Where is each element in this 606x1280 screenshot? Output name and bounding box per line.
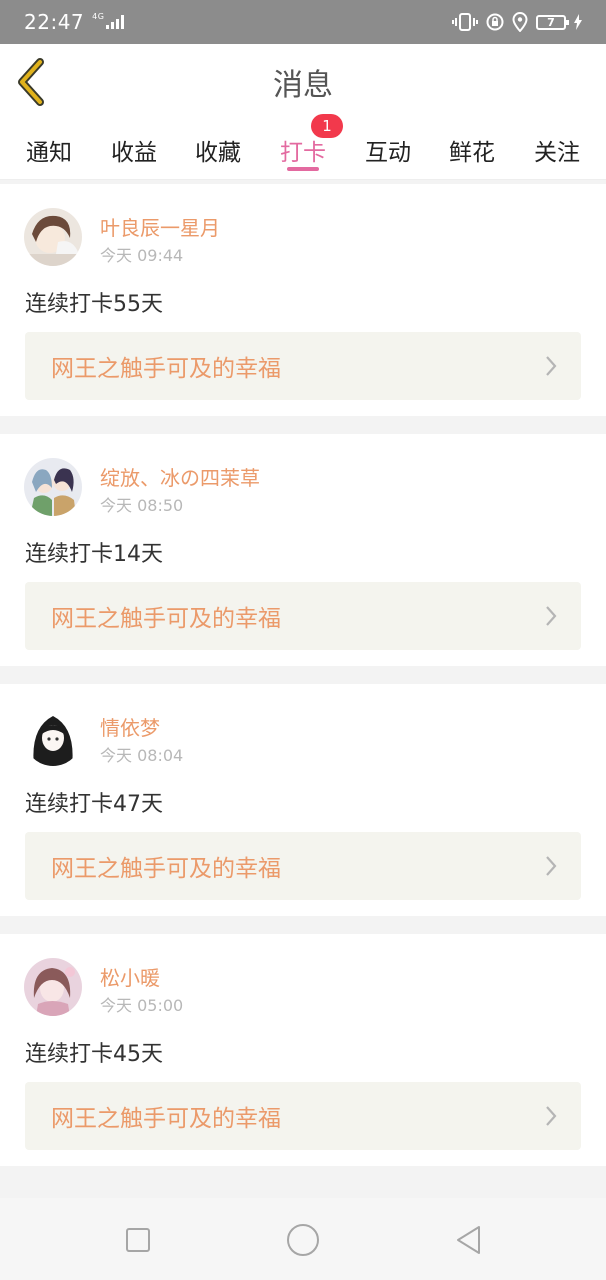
avatar[interactable] (24, 958, 82, 1016)
user-name[interactable]: 情依梦 (100, 712, 160, 741)
tab-badge: 1 (311, 114, 343, 138)
charging-icon (574, 14, 582, 30)
user-name[interactable]: 绽放、冰の四茉草 (100, 462, 260, 491)
tab-bar: 通知 收益 收藏 打卡 1 互动 鲜花 关注 (0, 114, 606, 180)
book-title: 网王之触手可及的幸福 (51, 606, 281, 632)
book-link[interactable]: 网王之触手可及的幸福 (25, 332, 581, 400)
checkin-text: 连续打卡55天 (25, 292, 163, 317)
book-link[interactable]: 网王之触手可及的幸福 (25, 1082, 581, 1150)
avatar[interactable] (24, 458, 82, 516)
post-time: 今天 05:00 (100, 996, 184, 1015)
tab-label: 鲜花 (449, 140, 495, 166)
checkin-text: 连续打卡47天 (25, 792, 163, 817)
tab-interactions[interactable]: 互动 (356, 120, 420, 180)
header: 消息 (0, 44, 606, 120)
list-item: 情依梦 今天 08:04 连续打卡47天 网王之触手可及的幸福 (0, 684, 606, 916)
alarm-icon (486, 13, 504, 31)
tab-label: 打卡 (280, 140, 326, 166)
recent-apps-button[interactable] (118, 1220, 158, 1260)
chevron-right-icon (546, 356, 557, 376)
user-name[interactable]: 松小暖 (100, 962, 160, 991)
battery-icon: 7 (536, 14, 569, 30)
status-bar: 22:47 4G 7 (0, 0, 606, 44)
status-icons: 7 (452, 12, 582, 32)
book-title: 网王之触手可及的幸福 (51, 356, 281, 382)
avatar[interactable] (24, 708, 82, 766)
recent-apps-icon (126, 1228, 150, 1252)
user-name[interactable]: 叶良辰一星月 (100, 212, 220, 241)
tab-label: 收益 (111, 140, 157, 166)
list-item: 叶良辰一星月 今天 09:44 连续打卡55天 网王之触手可及的幸福 (0, 184, 606, 416)
book-link[interactable]: 网王之触手可及的幸福 (25, 832, 581, 900)
chevron-right-icon (546, 606, 557, 626)
chevron-left-icon (18, 58, 44, 106)
checkin-text: 连续打卡45天 (25, 1042, 163, 1067)
post-time: 今天 09:44 (100, 246, 184, 265)
location-icon (512, 12, 528, 32)
tab-checkin[interactable]: 打卡 1 (271, 114, 343, 180)
book-link[interactable]: 网王之触手可及的幸福 (25, 582, 581, 650)
home-button[interactable] (283, 1220, 323, 1260)
tab-flowers[interactable]: 鲜花 (440, 120, 504, 180)
chevron-right-icon (546, 856, 557, 876)
signal-icon (106, 15, 125, 29)
avatar[interactable] (24, 208, 82, 266)
network-type: 4G (92, 11, 105, 21)
status-time: 22:47 (24, 10, 85, 34)
system-nav-bar (0, 1198, 606, 1280)
post-time: 今天 08:50 (100, 496, 184, 515)
tab-label: 互动 (365, 140, 411, 166)
tab-label: 收藏 (195, 140, 241, 166)
checkin-text: 连续打卡14天 (25, 542, 163, 567)
book-title: 网王之触手可及的幸福 (51, 1106, 281, 1132)
tab-label: 关注 (534, 140, 580, 166)
chevron-right-icon (546, 1106, 557, 1126)
tab-notifications[interactable]: 通知 (17, 120, 81, 180)
tab-label: 通知 (26, 140, 72, 166)
tab-active-indicator (287, 167, 319, 171)
vibrate-icon (452, 13, 478, 31)
status-time-group: 22:47 4G (24, 10, 125, 34)
tab-following[interactable]: 关注 (525, 120, 589, 180)
list-item: 松小暖 今天 05:00 连续打卡45天 网王之触手可及的幸福 (0, 934, 606, 1166)
tab-favorites[interactable]: 收藏 (186, 120, 250, 180)
book-title: 网王之触手可及的幸福 (51, 856, 281, 882)
page-title: 消息 (273, 68, 333, 103)
back-nav-button[interactable] (448, 1220, 488, 1260)
tab-earnings[interactable]: 收益 (102, 120, 166, 180)
home-icon (287, 1224, 319, 1256)
list-item: 绽放、冰の四茉草 今天 08:50 连续打卡14天 网王之触手可及的幸福 (0, 434, 606, 666)
back-button[interactable] (16, 58, 48, 106)
post-time: 今天 08:04 (100, 746, 184, 765)
back-icon (457, 1226, 480, 1254)
